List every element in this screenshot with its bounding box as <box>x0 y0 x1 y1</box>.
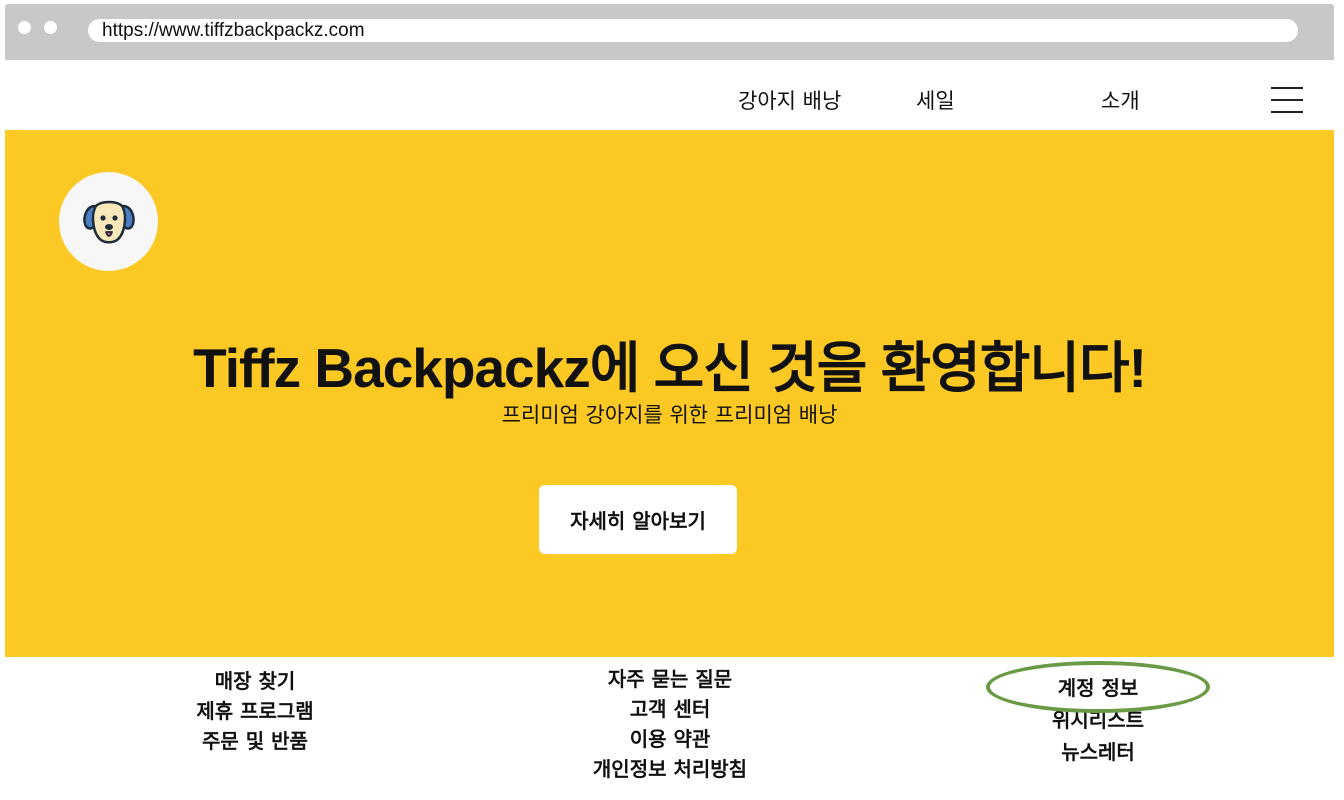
footer-link-terms[interactable]: 이용 약관 <box>570 724 770 754</box>
footer-link-faq[interactable]: 자주 묻는 질문 <box>570 664 770 694</box>
top-navigation: 강아지 배낭 세일 소개 <box>5 60 1334 130</box>
nav-item-about[interactable]: 소개 <box>1101 88 1140 114</box>
footer-column-account: 계정 정보 위시리스트 뉴스레터 <box>998 672 1198 768</box>
browser-toolbar: https://www.tiffzbackpackz.com <box>5 4 1334 60</box>
brand-logo[interactable] <box>59 172 158 271</box>
hero-subtitle: 프리미엄 강아지를 위한 프리미엄 배낭 <box>501 403 838 427</box>
address-bar[interactable]: https://www.tiffzbackpackz.com <box>88 19 1298 42</box>
footer-link-store-locator[interactable]: 매장 찾기 <box>155 666 355 696</box>
footer-column-support: 자주 묻는 질문 고객 센터 이용 약관 개인정보 처리방침 <box>570 664 770 784</box>
nav-item-dog-backpacks[interactable]: 강아지 배낭 <box>738 88 841 114</box>
footer-link-orders-returns[interactable]: 주문 및 반품 <box>155 726 355 756</box>
footer-link-affiliate-program[interactable]: 제휴 프로그램 <box>155 696 355 726</box>
nav-item-sale[interactable]: 세일 <box>916 88 955 114</box>
window-control-dot[interactable] <box>18 21 31 34</box>
learn-more-button[interactable]: 자세히 알아보기 <box>539 485 737 554</box>
hamburger-menu-icon[interactable] <box>1271 86 1303 114</box>
footer-link-newsletter[interactable]: 뉴스레터 <box>998 736 1198 768</box>
hero-title: Tiffz Backpackz에 오신 것을 환영합니다! <box>193 337 1147 399</box>
footer-link-account-info[interactable]: 계정 정보 <box>998 672 1198 704</box>
hero-banner: Tiffz Backpackz에 오신 것을 환영합니다! 프리미엄 강아지를 … <box>5 130 1334 657</box>
footer-link-wishlist[interactable]: 위시리스트 <box>998 704 1198 736</box>
footer-column-store: 매장 찾기 제휴 프로그램 주문 및 반품 <box>155 666 355 756</box>
footer-link-customer-center[interactable]: 고객 센터 <box>570 694 770 724</box>
dog-face-icon <box>83 200 135 244</box>
footer-link-privacy-policy[interactable]: 개인정보 처리방침 <box>570 754 770 784</box>
window-control-dot[interactable] <box>44 21 57 34</box>
browser-window: https://www.tiffzbackpackz.com 강아지 배낭 세일… <box>5 4 1334 796</box>
